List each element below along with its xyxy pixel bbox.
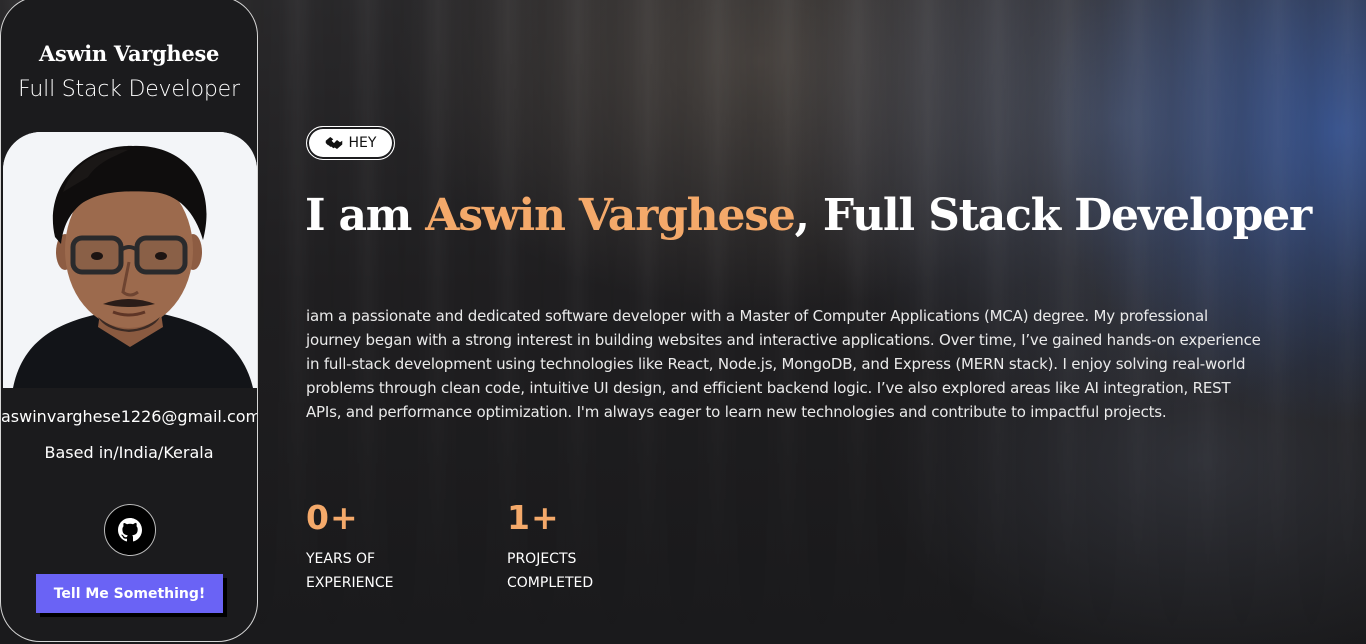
headline-prefix: I am xyxy=(305,190,426,241)
stat-label: YEARS OF EXPERIENCE xyxy=(306,551,394,591)
profile-location: Based in/India/Kerala xyxy=(44,443,214,462)
stat-value: 0+ xyxy=(306,498,359,537)
stat-value: 1+ xyxy=(507,498,560,537)
headline-suffix: , Full Stack Developer xyxy=(794,190,1313,241)
github-icon xyxy=(118,518,142,542)
hero-headline: I am Aswin Varghese, Full Stack Develope… xyxy=(305,190,1313,241)
headline-name: Aswin Varghese xyxy=(425,190,796,241)
stat-label: PROJECTS COMPLETED xyxy=(507,551,594,591)
stat-experience: 0+ YEARS OF EXPERIENCE xyxy=(306,498,426,595)
hey-badge: HEY xyxy=(306,126,395,160)
github-button[interactable] xyxy=(104,504,156,556)
hey-label: HEY xyxy=(348,135,377,151)
profile-portrait xyxy=(3,132,257,388)
profile-name: Aswin Varghese xyxy=(38,41,220,66)
profile-photo xyxy=(3,132,257,388)
profile-email: aswinvarghese1226@gmail.com xyxy=(1,407,258,426)
stat-projects: 1+ PROJECTS COMPLETED xyxy=(507,498,617,595)
profile-role: Full Stack Developer xyxy=(18,77,240,102)
handshake-icon xyxy=(325,137,342,149)
profile-card: Aswin Varghese Full Stack Developer aswi… xyxy=(0,0,258,642)
tell-me-something-button[interactable]: Tell Me Something! xyxy=(36,574,223,613)
hero-bio: iam a passionate and dedicated software … xyxy=(306,307,1261,421)
